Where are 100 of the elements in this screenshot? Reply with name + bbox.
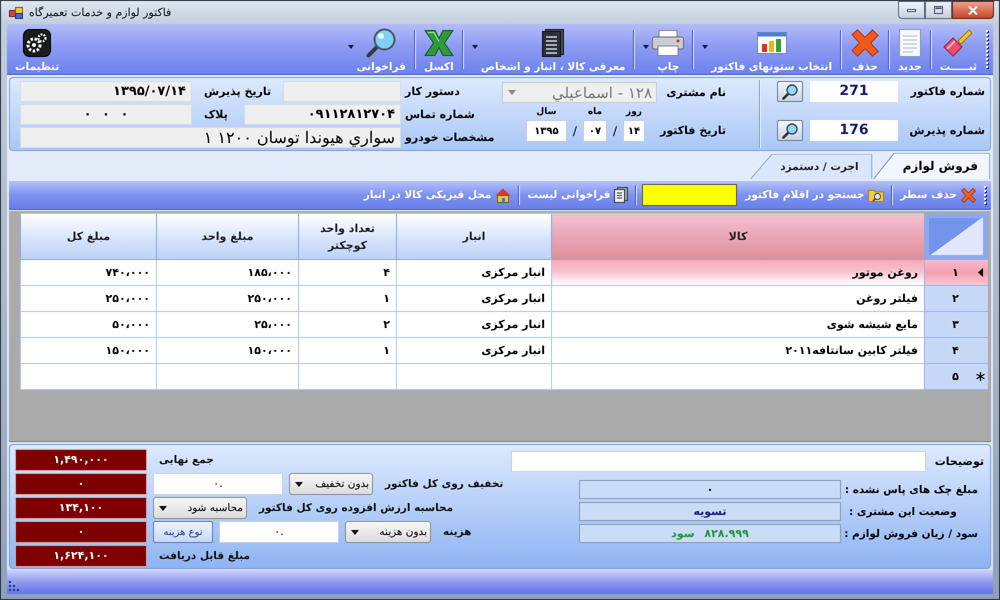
input-field[interactable]	[283, 81, 401, 102]
cost-type-button[interactable]: نوع هزینه	[153, 521, 213, 543]
asterisk-icon	[976, 372, 984, 381]
house-icon	[495, 188, 512, 202]
field-label: هزینه	[443, 526, 472, 538]
table-cell: فیلتر کابین سانتافه۲۰۱۱	[551, 338, 924, 364]
table-cell: ۱۵۰،۰۰۰	[156, 338, 298, 364]
tab[interactable]: فروش لوازم	[872, 153, 990, 179]
field-label: نام مشتری	[665, 86, 726, 99]
input-field[interactable]: ۱۳۹۵/۰۷/۱۴	[20, 81, 192, 102]
table-cell: ۲۵،۰۰۰	[156, 312, 298, 338]
table-cell: مایع شیشه شوی	[551, 312, 924, 338]
maximize-button[interactable]	[925, 1, 952, 19]
search-field[interactable]	[642, 184, 738, 206]
input-field[interactable]: ۱۴	[623, 120, 645, 142]
column-header[interactable]: انبار	[396, 213, 551, 260]
input-field[interactable]: ۰.	[153, 473, 283, 495]
folder-search-icon	[868, 188, 884, 202]
table-cell: ۱۵۰،۰۰۰	[20, 338, 156, 364]
field-label: تخفیف روی کل فاکتور	[385, 478, 504, 490]
info-field: تسویه	[579, 502, 841, 521]
document-icon	[898, 28, 921, 56]
search-icon	[366, 28, 396, 58]
settings-icon	[23, 28, 52, 56]
row-header[interactable]: ۲	[924, 286, 988, 312]
input-field[interactable]: 176	[810, 120, 898, 141]
printer-icon	[652, 30, 684, 56]
field-label: دستور کار	[404, 85, 461, 98]
amount-field: ۱,۶۲۴,۱۰۰	[15, 545, 147, 567]
column-header[interactable]: مبلغ واحد	[156, 213, 298, 260]
row-number: ۳	[951, 318, 960, 331]
grip-icon[interactable]	[984, 186, 987, 204]
table-cell: ۱	[298, 338, 396, 364]
field-label: مشخصات خودرو	[404, 131, 496, 144]
table-cell: ۴	[298, 260, 396, 286]
caret-icon	[702, 44, 708, 48]
grip-icon[interactable]	[986, 30, 989, 69]
dropdown[interactable]: محاسبه شود	[153, 497, 247, 519]
row-header[interactable]: ۵	[924, 364, 988, 390]
input-field[interactable]: 271	[810, 81, 898, 102]
field-label: روز	[626, 107, 642, 118]
column-header[interactable]: کالا	[551, 213, 924, 260]
date-separator: /	[572, 123, 578, 140]
field-label: تاریخ پذیرش	[204, 85, 272, 98]
row-header[interactable]: ۱	[924, 260, 988, 286]
close-button[interactable]	[952, 1, 994, 19]
dropdown[interactable]: بدون تخفیف	[289, 473, 373, 495]
column-header[interactable]: تعداد واحد کوچکتر	[298, 213, 396, 260]
input-field[interactable]: ۰۹۱۱۲۸۱۲۷۰۴	[244, 104, 401, 125]
close-icon	[968, 6, 978, 14]
minimize-icon	[907, 8, 916, 12]
search-icon	[782, 84, 798, 100]
spreadsheet-icon	[424, 30, 454, 56]
input-field[interactable]: ۰۷	[582, 120, 607, 142]
amount-field: ۰	[15, 473, 147, 495]
input-field[interactable]: سواري هيوندا توسان ۱۲۰۰ ۱	[20, 127, 401, 148]
field-label: پلاک	[204, 108, 228, 121]
table-cell: ۷۴۰،۰۰۰	[20, 260, 156, 286]
caret-icon	[508, 90, 516, 95]
info-field: ۰	[579, 480, 841, 499]
caret-icon	[643, 44, 650, 48]
dropdown[interactable]: بدون هزینه	[345, 521, 431, 543]
input-field[interactable]: ۰.	[219, 521, 339, 543]
row-header[interactable]: ۴	[924, 338, 988, 364]
field-label: ماه	[588, 107, 602, 118]
column-header[interactable]: مبلغ کل	[20, 213, 156, 260]
search-icon	[782, 122, 798, 138]
field-label: وضعیت این مشتری :	[849, 506, 958, 518]
brush-icon	[943, 28, 974, 56]
date-separator: /	[612, 123, 618, 140]
cross-icon	[850, 28, 880, 56]
bar-chart-icon	[756, 32, 787, 54]
table-cell: ۱	[298, 286, 396, 312]
maximize-icon	[934, 6, 943, 14]
row-header[interactable]: ۳	[924, 312, 988, 338]
caret-icon	[351, 530, 359, 534]
tab[interactable]: اجرت / دستمزد	[750, 154, 873, 179]
cross-icon	[961, 188, 976, 202]
row-pointer-icon	[978, 268, 982, 277]
search-button[interactable]	[777, 120, 803, 141]
field-label: محاسبه ارزش افزوده روی کل فاکتور	[259, 502, 454, 514]
amount-field: ۱,۴۹۰,۰۰۰	[15, 449, 147, 471]
field-label: مبلغ قابل دریافت	[159, 550, 250, 562]
amount-field: ۱۳۴,۱۰۰	[15, 497, 147, 519]
input-field[interactable]: ۱۳۹۵	[526, 120, 567, 142]
notes-field[interactable]	[511, 451, 926, 472]
notepad-icon	[614, 187, 628, 203]
row-number: ۴	[951, 344, 960, 357]
search-button[interactable]	[777, 81, 803, 102]
input-field[interactable]: ۰ ۰ ۰	[20, 104, 192, 125]
field-label: شماره فاکتور	[909, 85, 985, 98]
minimize-button[interactable]	[898, 1, 925, 19]
row-number: ۵	[951, 370, 960, 383]
table-cell: انبار مرکزی	[396, 260, 551, 286]
table-cell: انبار مرکزی	[396, 286, 551, 312]
caret-icon	[295, 482, 303, 486]
table-cell: ۵۰،۰۰۰	[20, 312, 156, 338]
field-label: جمع نهایی	[159, 454, 214, 466]
table-cell: فیلتر روغن	[551, 286, 924, 312]
resize-grip-icon[interactable]	[9, 581, 19, 591]
